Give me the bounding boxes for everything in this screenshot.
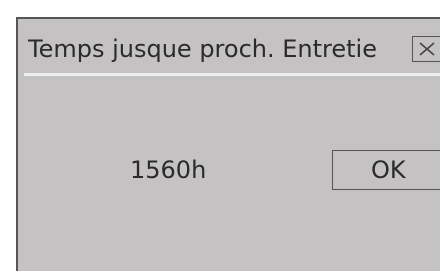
dialog-title: Temps jusque proch. Entretie [28,35,377,63]
close-button[interactable] [412,36,440,62]
title-bar: Temps jusque proch. Entretie [18,19,440,73]
ok-button-label: OK [371,156,406,184]
maintenance-dialog: Temps jusque proch. Entretie 1560h OK [16,17,440,271]
close-icon [419,42,435,56]
remaining-hours-value: 1560h [130,156,207,184]
ok-button[interactable]: OK [332,150,440,190]
title-divider [24,73,440,76]
